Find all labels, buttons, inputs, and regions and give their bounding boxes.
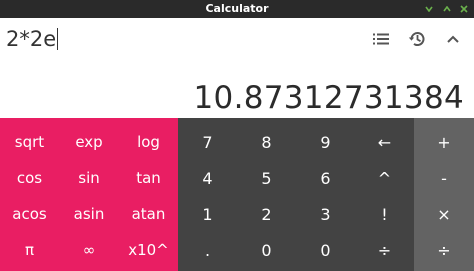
history-button[interactable] [404, 26, 430, 52]
minus-button[interactable]: - [414, 160, 474, 196]
operators-panel: + - × ÷ [414, 118, 474, 271]
divide-secondary-button[interactable]: ÷ [355, 232, 414, 268]
history-icon [408, 32, 425, 47]
text-caret [57, 28, 59, 50]
acos-button[interactable]: acos [0, 196, 59, 232]
minimize-icon[interactable] [422, 0, 436, 18]
pi-button[interactable]: π [0, 232, 59, 268]
sin-button[interactable]: sin [59, 160, 119, 196]
display-area: 2*2e 10.87312731384 [0, 18, 474, 118]
advanced-functions-panel: sqrt exp log cos sin tan acos asin atan … [0, 118, 178, 271]
sqrt-button[interactable]: sqrt [0, 124, 59, 160]
digit-6-button[interactable]: 6 [296, 160, 355, 196]
digit-9-button[interactable]: 9 [296, 124, 355, 160]
digit-4-button[interactable]: 4 [178, 160, 237, 196]
digit-7-button[interactable]: 7 [178, 124, 237, 160]
chevron-up-icon [447, 35, 459, 43]
close-icon[interactable] [457, 0, 471, 18]
atan-button[interactable]: atan [119, 196, 178, 232]
decimal-point-button[interactable]: . [178, 232, 237, 268]
digit-0-secondary-button[interactable]: 0 [296, 232, 355, 268]
title-bar: Calculator [0, 0, 474, 18]
digit-8-button[interactable]: 8 [237, 124, 296, 160]
digit-0-button[interactable]: 0 [237, 232, 296, 268]
collapse-button[interactable] [440, 26, 466, 52]
numeric-panel: 7 8 9 ← 4 5 6 ^ 1 2 3 ! . 0 0 ÷ [178, 118, 414, 271]
window-title: Calculator [205, 2, 269, 15]
digit-5-button[interactable]: 5 [237, 160, 296, 196]
asin-button[interactable]: asin [59, 196, 119, 232]
exp-button[interactable]: exp [59, 124, 119, 160]
factorial-button[interactable]: ! [355, 196, 414, 232]
plus-button[interactable]: + [414, 124, 474, 160]
keypad: sqrt exp log cos sin tan acos asin atan … [0, 118, 474, 271]
maximize-icon[interactable] [440, 0, 454, 18]
history-list-button[interactable] [368, 26, 394, 52]
tan-button[interactable]: tan [119, 160, 178, 196]
multiply-button[interactable]: × [414, 196, 474, 232]
digit-2-button[interactable]: 2 [237, 196, 296, 232]
result-display: 10.87312731384 [193, 80, 464, 116]
backspace-button[interactable]: ← [355, 124, 414, 160]
list-icon [373, 33, 389, 45]
cos-button[interactable]: cos [0, 160, 59, 196]
formula-text: 2*2e [6, 27, 57, 51]
infinity-button[interactable]: ∞ [59, 232, 119, 268]
power-button[interactable]: ^ [355, 160, 414, 196]
digit-3-button[interactable]: 3 [296, 196, 355, 232]
formula-input[interactable]: 2*2e [6, 26, 59, 52]
divide-button[interactable]: ÷ [414, 232, 474, 268]
digit-1-button[interactable]: 1 [178, 196, 237, 232]
x10-power-button[interactable]: x10^ [119, 232, 178, 268]
log-button[interactable]: log [119, 124, 178, 160]
